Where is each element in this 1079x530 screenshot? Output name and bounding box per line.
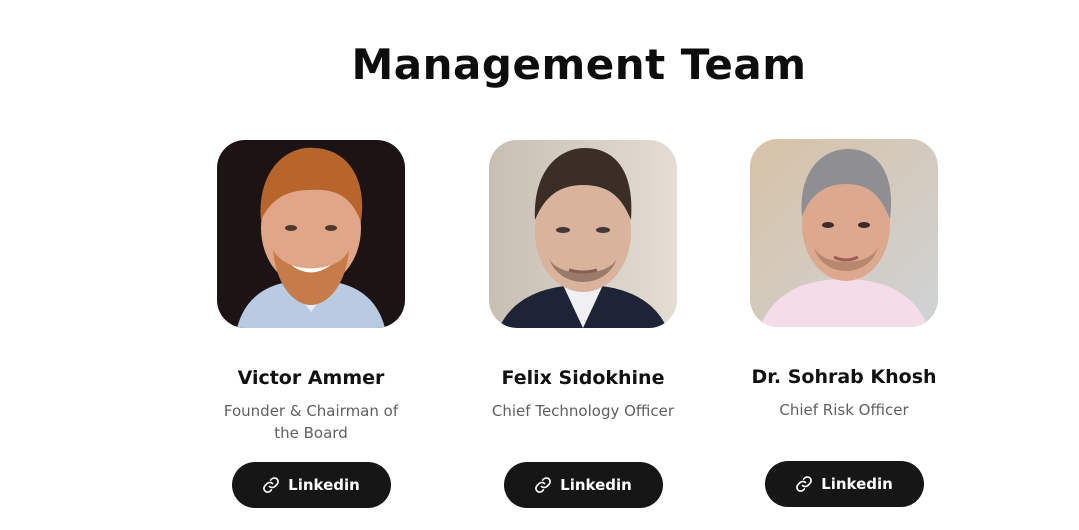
team-member-card: Victor Ammer Founder & Chairman of the B… [211, 140, 411, 508]
linkedin-button[interactable]: Linkedin [503, 461, 663, 508]
linkedin-button-label: Linkedin [288, 475, 360, 494]
portrait-image [217, 140, 405, 328]
member-role: Chief Technology Officer [491, 401, 675, 420]
team-member-card: Dr. Sohrab Khosh Chief Risk Officer Link… [744, 139, 944, 507]
portrait-image [489, 140, 677, 328]
member-name: Felix Sidokhine [501, 367, 665, 389]
member-role: Founder & Chairman of the Board [223, 401, 399, 442]
link-icon [796, 475, 813, 492]
linkedin-button-label: Linkedin [821, 474, 893, 493]
link-icon [535, 476, 552, 493]
member-name: Victor Ammer [237, 367, 385, 389]
member-photo [750, 139, 938, 327]
section-title: Management Team [351, 40, 807, 89]
member-photo [217, 140, 405, 328]
member-photo [489, 140, 677, 328]
member-role: Chief Risk Officer [779, 400, 909, 419]
linkedin-button-label: Linkedin [560, 475, 632, 494]
linkedin-button[interactable]: Linkedin [231, 461, 391, 508]
team-member-card: Felix Sidokhine Chief Technology Officer… [483, 140, 683, 508]
portrait-image [750, 139, 938, 327]
linkedin-button[interactable]: Linkedin [764, 460, 924, 507]
member-name: Dr. Sohrab Khosh [751, 366, 937, 388]
link-icon [263, 476, 280, 493]
